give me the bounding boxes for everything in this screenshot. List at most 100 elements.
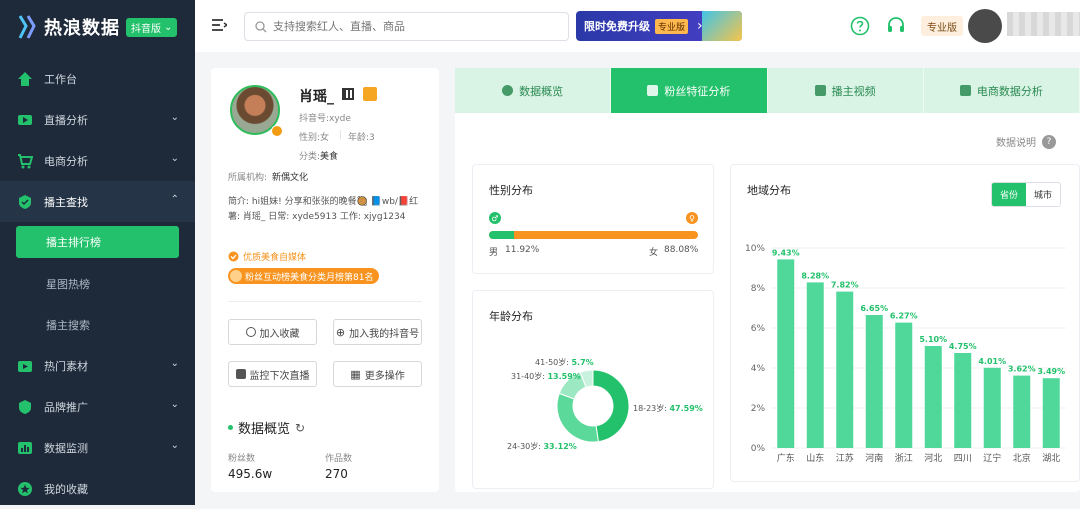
works-label: 作品数 (325, 454, 353, 464)
org-label: 所属机构: (228, 173, 268, 183)
data-explanation-link[interactable]: 数据说明 ? (996, 134, 1056, 149)
sidebar-item-material[interactable]: 热门素材 ⌄ (0, 345, 195, 386)
region-bar[interactable] (954, 353, 972, 448)
bar-value-label: 8.28% (801, 271, 829, 280)
sidebar-nav: 工作台 直播分析 ⌄ 电商分析 ⌄ 播主查找 ⌃ 播主排行榜 星图热榜 播主搜索… (0, 58, 195, 509)
divider: | (339, 130, 343, 140)
region-bar[interactable] (865, 315, 883, 448)
x-tick-label: 浙江 (895, 452, 913, 464)
cart-icon (16, 152, 34, 170)
x-tick-label: 辽宁 (983, 452, 1001, 464)
tab-ecommerce-data[interactable]: 电商数据分析 (923, 68, 1080, 113)
sidebar-item-monitor[interactable]: 数据监测 ⌄ (0, 427, 195, 468)
promo-badge: 专业版 (655, 18, 689, 34)
region-bar-group[interactable]: 7.82% 江苏 (831, 281, 859, 464)
user-avatar[interactable] (968, 9, 1002, 43)
province-toggle[interactable]: 省份 (991, 183, 1026, 206)
sidebar-subitem-label: 星图热榜 (46, 277, 90, 291)
store-icon (959, 85, 971, 96)
more-actions-button[interactable]: ▦ 更多操作 (333, 361, 422, 387)
favorite-icon (245, 327, 256, 337)
city-toggle[interactable]: 城市 (1026, 183, 1060, 206)
more-actions-button-label: 更多操作 (364, 370, 405, 382)
user-name-blurred[interactable] (1007, 12, 1080, 36)
x-tick-label: 山东 (806, 452, 824, 464)
qr-code-icon[interactable] (342, 88, 354, 100)
sidebar-item-live[interactable]: 直播分析 ⌄ (0, 99, 195, 140)
creator-bio: 简介: hi姐妹! 分享和张张的晚餐🥘 📘wb/📕红薯: 肖瑶_ 日常: xyd… (228, 197, 419, 222)
region-bar[interactable] (895, 322, 913, 448)
category-value: 美食 (320, 152, 339, 162)
search-box[interactable] (244, 12, 569, 41)
sidebar-item-label: 工作台 (44, 72, 77, 86)
verified-badge-icon (271, 125, 283, 137)
x-tick-label: 四川 (954, 454, 972, 464)
plan-badge: 专业版 (921, 16, 963, 36)
douyin-id: 抖音号:xyde (299, 114, 351, 124)
chevron-down-icon: ⌄ (170, 399, 179, 410)
brand-icon (16, 398, 34, 416)
region-bar[interactable] (836, 291, 854, 448)
region-bar-group[interactable]: 5.10% 河北 (919, 335, 947, 464)
y-tick-label: 2% (751, 404, 766, 414)
region-bar[interactable] (983, 367, 1001, 448)
region-bar-group[interactable]: 4.75% 四川 (949, 342, 977, 464)
promo-graphic (702, 11, 742, 41)
sidebar-subitem-ranking[interactable]: 播主排行榜 (16, 226, 179, 258)
sidebar-item-favorites[interactable]: 我的收藏 (0, 468, 195, 509)
sidebar-item-find-creator[interactable]: 播主查找 ⌃ (0, 181, 195, 222)
search-input[interactable] (273, 20, 553, 33)
age-donut-chart: 18-23岁: 47.59% 24-30岁: 33.12% 31-40岁: 13.5… (507, 357, 703, 451)
region-bar-group[interactable]: 9.43% 广东 (772, 248, 800, 464)
region-bar[interactable] (1013, 375, 1031, 448)
sidebar-item-label: 我的收藏 (44, 482, 88, 496)
question-icon: ? (1042, 134, 1056, 149)
help-icon[interactable] (850, 16, 870, 36)
sidebar-subitem-search[interactable]: 播主搜索 (0, 304, 195, 345)
female-icon: ♀ (686, 212, 698, 224)
rank-tag[interactable]: 粉丝互动榜美食分类月榜第81名 (228, 268, 380, 284)
star-icon (16, 480, 34, 498)
sidebar-item-ecommerce[interactable]: 电商分析 ⌄ (0, 140, 195, 181)
upgrade-promo-banner[interactable]: 限时免费升级 专业版 › (576, 11, 742, 41)
tab-creator-videos[interactable]: 播主视频 (767, 68, 924, 113)
gender-ratio-bar (489, 231, 698, 239)
edition-badge[interactable]: 抖音版 ⌄ (126, 17, 178, 37)
creator-name: 肖瑶_ (299, 89, 334, 105)
quality-tag: 优质美食自媒体 (228, 250, 306, 263)
region-bar[interactable] (777, 259, 795, 448)
shop-icon[interactable] (363, 87, 377, 101)
region-bar-group[interactable]: 3.62% 北京 (1008, 365, 1036, 464)
tab-label: 播主视频 (831, 84, 876, 98)
rank-tag-label: 粉丝互动榜美食分类月榜第81名 (245, 272, 374, 283)
region-bar-group[interactable]: 6.27% 浙江 (890, 312, 918, 464)
female-label: 女 (649, 248, 659, 258)
sidebar-subitem-label: 播主搜索 (46, 318, 90, 332)
region-bar[interactable] (806, 282, 824, 448)
app-logo[interactable]: 热浪数据 抖音版 ⌄ (0, 0, 195, 54)
male-value: 11.92% (505, 245, 540, 255)
region-bar[interactable] (924, 346, 942, 448)
region-bar-group[interactable]: 3.49% 湖北 (1037, 367, 1065, 464)
monitor-live-button[interactable]: 监控下次直播 (228, 361, 317, 387)
tab-fan-analysis[interactable]: 粉丝特征分析 (611, 68, 768, 113)
gender-distribution-panel: 性别分布 ♂ ♀ 男 11.92% 女 88.08% (472, 164, 714, 274)
age-slice-label: 24-30岁: 33.12% (507, 441, 577, 451)
sidebar-item-label: 热门素材 (44, 359, 88, 373)
edition-badge-label: 抖音版 (131, 23, 161, 35)
menu-toggle-icon[interactable] (211, 17, 227, 33)
add-account-button[interactable]: ⊕ 加入我的抖音号 (333, 319, 422, 345)
refresh-icon[interactable]: ↻ (295, 421, 305, 435)
region-bar[interactable] (1042, 378, 1060, 448)
sidebar-item-workbench[interactable]: 工作台 (0, 58, 195, 99)
data-explanation-label: 数据说明 (996, 138, 1036, 149)
overview-title: 数据概览 (238, 422, 291, 437)
headset-icon[interactable] (886, 16, 906, 36)
tab-data-overview[interactable]: 数据概览 (455, 68, 612, 113)
female-value: 88.08% (664, 245, 699, 255)
sidebar-item-label: 品牌推广 (44, 400, 88, 414)
favorite-button[interactable]: 加入收藏 (228, 319, 317, 345)
favorite-button-label: 加入收藏 (259, 328, 300, 340)
sidebar-subitem-hot[interactable]: 星图热榜 (0, 263, 195, 304)
sidebar-item-brand[interactable]: 品牌推广 ⌄ (0, 386, 195, 427)
